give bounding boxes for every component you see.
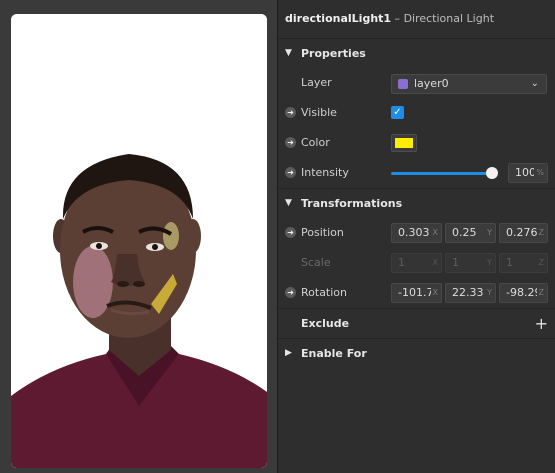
intensity-slider-thumb[interactable]: [486, 167, 498, 179]
link-arrow-icon[interactable]: ➜: [285, 107, 296, 118]
camera-preview-image: [11, 14, 267, 468]
add-icon[interactable]: +: [535, 309, 548, 338]
object-type: Directional Light: [403, 12, 495, 25]
scale-x-input: 1X: [391, 253, 442, 273]
axis-y-label: Y: [485, 254, 492, 272]
expanded-triangle-icon: ▼: [285, 198, 292, 208]
scale-row: Scale 1X 1Y 1Z: [278, 248, 555, 278]
visible-label: Visible: [301, 106, 337, 119]
intensity-row: ➜ Intensity 100 %: [278, 158, 555, 188]
transformations-title: Transformations: [301, 197, 403, 210]
axis-y-label: Y: [485, 284, 492, 302]
link-arrow-icon[interactable]: ➜: [285, 227, 296, 238]
scale-x-value: 1: [398, 256, 405, 269]
rotation-z-input[interactable]: -98.29 Z: [499, 283, 548, 303]
scale-y-value: 1: [452, 256, 459, 269]
properties-section-header[interactable]: ▼ Properties: [278, 39, 555, 68]
object-name: directionalLight1: [285, 12, 392, 25]
link-arrow-icon[interactable]: ➜: [285, 137, 296, 148]
intensity-unit: %: [534, 164, 544, 182]
layer-value: layer0: [414, 77, 449, 90]
position-label: Position: [301, 226, 344, 239]
chevron-down-icon: ⌄: [530, 78, 539, 89]
link-arrow-icon[interactable]: ➜: [285, 287, 296, 298]
color-row: ➜ Color: [278, 128, 555, 158]
scale-z-input: 1Z: [499, 253, 548, 273]
rotation-x-value: -101.7: [398, 286, 434, 299]
layer-dropdown[interactable]: layer0 ⌄: [391, 74, 547, 94]
viewport[interactable]: [0, 0, 277, 473]
enable-for-section-header[interactable]: ▶ Enable For: [278, 338, 555, 368]
visible-checkbox[interactable]: ✓: [391, 106, 404, 119]
layer-color-swatch: [398, 79, 408, 89]
inspector-title: directionalLight1 – Directional Light: [278, 0, 555, 39]
position-z-value: 0.276: [506, 226, 538, 239]
intensity-value: 100: [515, 166, 536, 179]
rotation-y-input[interactable]: 22.33 Y: [445, 283, 496, 303]
transformations-section-header[interactable]: ▼ Transformations: [278, 188, 555, 218]
position-row: ➜ Position 0.303 X 0.25 Y 0.276 Z: [278, 218, 555, 248]
axis-z-label: Z: [536, 224, 544, 242]
exclude-title: Exclude: [301, 317, 350, 330]
exclude-section-header: Exclude +: [278, 308, 555, 338]
position-x-input[interactable]: 0.303 X: [391, 223, 442, 243]
color-swatch: [395, 138, 413, 148]
collapsed-triangle-icon: ▶: [285, 348, 292, 358]
link-arrow-icon[interactable]: ➜: [285, 167, 296, 178]
title-separator: –: [391, 12, 404, 25]
layer-label: Layer: [301, 76, 332, 89]
position-y-input[interactable]: 0.25 Y: [445, 223, 496, 243]
position-y-value: 0.25: [452, 226, 477, 239]
rotation-label: Rotation: [301, 286, 348, 299]
axis-y-label: Y: [485, 224, 492, 242]
axis-z-label: Z: [536, 254, 544, 272]
intensity-slider-track[interactable]: [391, 172, 493, 175]
rotation-y-value: 22.33: [452, 286, 484, 299]
enable-for-title: Enable For: [301, 347, 367, 360]
properties-title: Properties: [301, 47, 366, 60]
intensity-label: Intensity: [301, 166, 349, 179]
color-label: Color: [301, 136, 330, 149]
scale-z-value: 1: [506, 256, 513, 269]
preview-canvas[interactable]: [11, 14, 267, 468]
axis-x-label: X: [430, 254, 438, 272]
axis-x-label: X: [430, 224, 438, 242]
layer-row: Layer layer0 ⌄: [278, 68, 555, 98]
position-x-value: 0.303: [398, 226, 430, 239]
rotation-row: ➜ Rotation -101.7 X 22.33 Y -98.29 Z: [278, 278, 555, 308]
visible-row: ➜ Visible ✓: [278, 98, 555, 128]
scale-y-input: 1Y: [445, 253, 496, 273]
position-z-input[interactable]: 0.276 Z: [499, 223, 548, 243]
axis-z-label: Z: [536, 284, 544, 302]
expanded-triangle-icon: ▼: [285, 48, 292, 58]
axis-x-label: X: [430, 284, 438, 302]
color-picker[interactable]: [391, 134, 417, 152]
intensity-input[interactable]: 100 %: [508, 163, 548, 183]
rotation-x-input[interactable]: -101.7 X: [391, 283, 442, 303]
scale-label: Scale: [301, 256, 331, 269]
inspector-panel: directionalLight1 – Directional Light ▼ …: [277, 0, 555, 473]
